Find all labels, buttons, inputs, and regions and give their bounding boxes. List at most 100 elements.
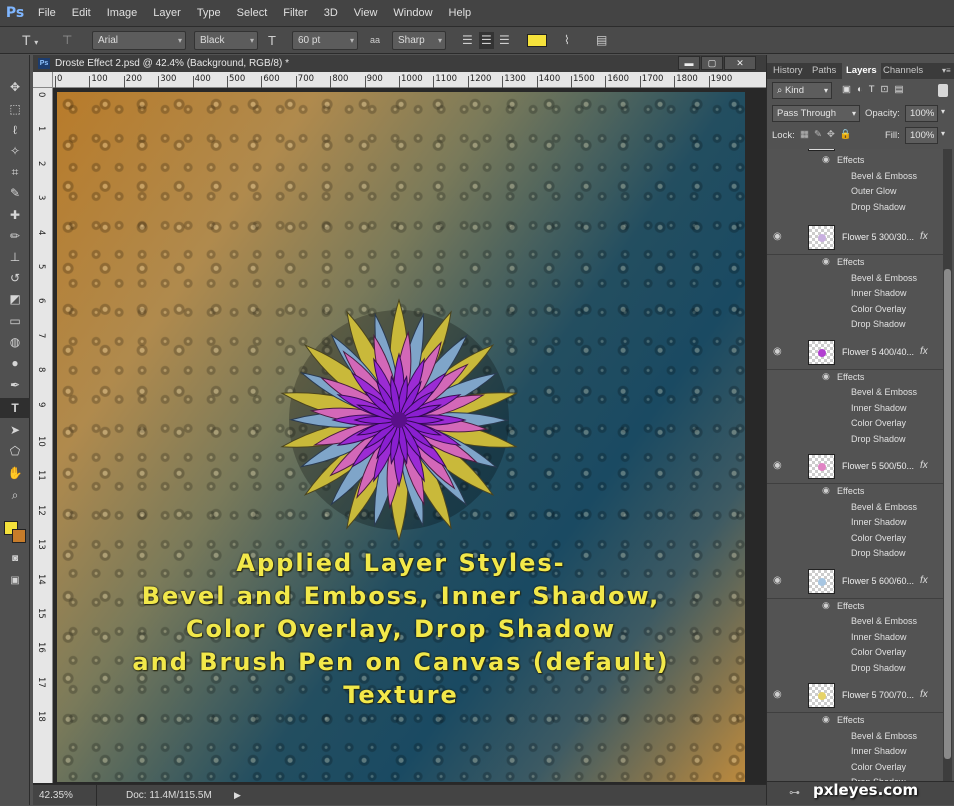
- text-color-swatch[interactable]: [527, 34, 547, 47]
- layer-thumbnail[interactable]: [808, 568, 835, 594]
- layer-effect-row[interactable]: Inner Shadow: [767, 516, 943, 532]
- tab-layers[interactable]: Layers: [842, 63, 881, 79]
- fx-icon[interactable]: fx: [920, 689, 928, 700]
- layers-scrollbar[interactable]: [943, 149, 952, 781]
- tab-channels[interactable]: Channels: [883, 63, 923, 79]
- layer-effect-row[interactable]: Drop Shadow: [767, 201, 943, 217]
- layer-effect-row[interactable]: Inner Shadow: [767, 287, 943, 303]
- character-panel-icon[interactable]: ▤: [596, 32, 607, 49]
- layer-thumbnail[interactable]: [808, 225, 835, 250]
- layer-visibility-icon[interactable]: ◉: [773, 575, 782, 586]
- quick-mask-icon[interactable]: ◙: [0, 549, 30, 569]
- link-layers-icon[interactable]: ⊶: [789, 786, 800, 799]
- layer-effect-row[interactable]: ◉ Effects: [767, 714, 943, 730]
- menu-3d[interactable]: 3D: [316, 7, 346, 19]
- font-size-select[interactable]: 60 pt ▾: [292, 31, 358, 50]
- layer-effect-row[interactable]: Inner Shadow: [767, 402, 943, 418]
- screen-mode-icon[interactable]: ▣: [0, 571, 30, 591]
- canvas-caption[interactable]: Applied Layer Styles- Bevel and Emboss, …: [57, 547, 745, 712]
- eraser-tool-icon[interactable]: ◩: [0, 289, 30, 309]
- filter-icons[interactable]: ▣◐T⊡▤: [842, 84, 909, 95]
- close-icon[interactable]: ✕: [724, 56, 756, 70]
- layer-effect-row[interactable]: Drop Shadow: [767, 662, 943, 678]
- menu-image[interactable]: Image: [99, 7, 146, 19]
- hand-tool-icon[interactable]: ✋: [0, 463, 30, 483]
- brush-tool-icon[interactable]: ✏: [0, 226, 30, 246]
- layer-effect-row[interactable]: Bevel & Emboss: [767, 730, 943, 746]
- layer-effect-row[interactable]: ◉ Effects: [767, 600, 943, 616]
- status-menu-arrow-icon[interactable]: ▶: [234, 785, 241, 806]
- fill-arrow-icon[interactable]: ▾: [941, 129, 945, 138]
- background-color-swatch[interactable]: [12, 529, 26, 543]
- layer-effect-row[interactable]: ◉ Effects: [767, 485, 943, 501]
- vertical-ruler[interactable]: 0 1 2 3 4 5 6 7 8 9 10 11 12 13 14 15 16 17 18: [33, 88, 53, 783]
- layer-name[interactable]: Flower 5 600/60...: [842, 576, 914, 586]
- clone-stamp-tool-icon[interactable]: ⊥: [0, 247, 30, 267]
- filter-toggle[interactable]: [938, 84, 948, 97]
- menu-type[interactable]: Type: [189, 7, 229, 19]
- zoom-level[interactable]: 42.35%: [39, 785, 73, 806]
- layer-effect-row[interactable]: Color Overlay: [767, 303, 943, 319]
- dodge-tool-icon[interactable]: ●: [0, 353, 30, 373]
- layer-name[interactable]: Flower 5 400/40...: [842, 347, 914, 357]
- align-left-icon[interactable]: ☰: [462, 32, 473, 49]
- layer-effect-row[interactable]: Bevel & Emboss: [767, 501, 943, 517]
- layer-thumbnail[interactable]: [808, 149, 835, 151]
- effect-visibility-icon[interactable]: ◉: [822, 600, 830, 611]
- layer-row[interactable]: ◉ Flower 5 300/30... fx: [767, 221, 943, 255]
- menu-file[interactable]: File: [30, 7, 64, 19]
- type-tool-icon[interactable]: T: [0, 398, 30, 418]
- font-family-select[interactable]: Arial ▾: [92, 31, 186, 50]
- zoom-tool-icon[interactable]: ⌕: [0, 485, 30, 505]
- move-tool-icon[interactable]: ✥: [0, 77, 30, 97]
- menu-window[interactable]: Window: [385, 7, 440, 19]
- effect-visibility-icon[interactable]: ◉: [822, 714, 830, 725]
- layer-row[interactable]: ◉ Flower 5 400/40... fx: [767, 336, 943, 370]
- lasso-tool-icon[interactable]: ℓ: [0, 120, 30, 140]
- layer-visibility-icon[interactable]: ◉: [773, 231, 782, 242]
- layer-effect-row[interactable]: Drop Shadow: [767, 433, 943, 449]
- shape-tool-icon[interactable]: ⬠: [0, 441, 30, 461]
- panel-menu-icon[interactable]: ▾≡: [942, 63, 951, 79]
- layer-effect-row[interactable]: Inner Shadow: [767, 745, 943, 761]
- fx-icon[interactable]: fx: [920, 231, 928, 242]
- crop-tool-icon[interactable]: ⌗: [0, 162, 30, 182]
- layer-visibility-icon[interactable]: ◉: [773, 689, 782, 700]
- layer-row[interactable]: ◉ Flower 5 700/70... fx: [767, 679, 943, 713]
- layer-effect-row[interactable]: ◉ Effects: [767, 154, 943, 170]
- warp-text-icon[interactable]: ⌇: [564, 32, 570, 49]
- effect-visibility-icon[interactable]: ◉: [822, 256, 830, 267]
- layer-effect-row[interactable]: ◉ Effects: [767, 371, 943, 387]
- layer-effect-row[interactable]: Color Overlay: [767, 532, 943, 548]
- pen-tool-icon[interactable]: ✒: [0, 375, 30, 395]
- layer-effect-row[interactable]: Inner Shadow: [767, 631, 943, 647]
- blur-tool-icon[interactable]: ◍: [0, 332, 30, 352]
- magic-wand-tool-icon[interactable]: ✧: [0, 141, 30, 161]
- lock-icons[interactable]: ▦✎✥🔒: [800, 129, 857, 140]
- layer-effect-row[interactable]: Bevel & Emboss: [767, 272, 943, 288]
- layer-name[interactable]: Flower 5 700/70...: [842, 690, 914, 700]
- layer-effect-row[interactable]: Drop Shadow: [767, 318, 943, 334]
- layer-effect-row[interactable]: Drop Shadow: [767, 547, 943, 563]
- blend-mode-select[interactable]: Pass Through ▾: [772, 105, 860, 122]
- layer-effect-row[interactable]: Color Overlay: [767, 761, 943, 777]
- tab-paths[interactable]: Paths: [812, 63, 836, 79]
- layer-effect-row[interactable]: Bevel & Emboss: [767, 386, 943, 402]
- layer-row[interactable]: ◉ Flower 5 600/60... fx: [767, 565, 943, 599]
- layer-visibility-icon[interactable]: ◉: [773, 346, 782, 357]
- document-tab[interactable]: Ps Droste Effect 2.psd @ 42.4% (Backgrou…: [33, 55, 766, 72]
- layer-name[interactable]: Flower 5 300/30...: [842, 232, 914, 242]
- font-style-select[interactable]: Black ▾: [194, 31, 258, 50]
- eyedropper-tool-icon[interactable]: ✎: [0, 183, 30, 203]
- ruler-origin[interactable]: [33, 72, 53, 88]
- healing-brush-tool-icon[interactable]: ✚: [0, 205, 30, 225]
- effect-visibility-icon[interactable]: ◉: [822, 485, 830, 496]
- fx-icon[interactable]: fx: [920, 346, 928, 357]
- layer-thumbnail[interactable]: [808, 454, 835, 479]
- align-center-icon[interactable]: ☰: [479, 32, 494, 49]
- horizontal-ruler[interactable]: 0 100 200 300 400 500 600 700 800 900 1000 1100 1200…: [53, 72, 766, 88]
- menu-help[interactable]: Help: [441, 7, 480, 19]
- layer-effect-row[interactable]: Bevel & Emboss: [767, 615, 943, 631]
- kind-filter-select[interactable]: ⌕ Kind ▾: [772, 82, 832, 99]
- tab-history[interactable]: History: [773, 63, 803, 79]
